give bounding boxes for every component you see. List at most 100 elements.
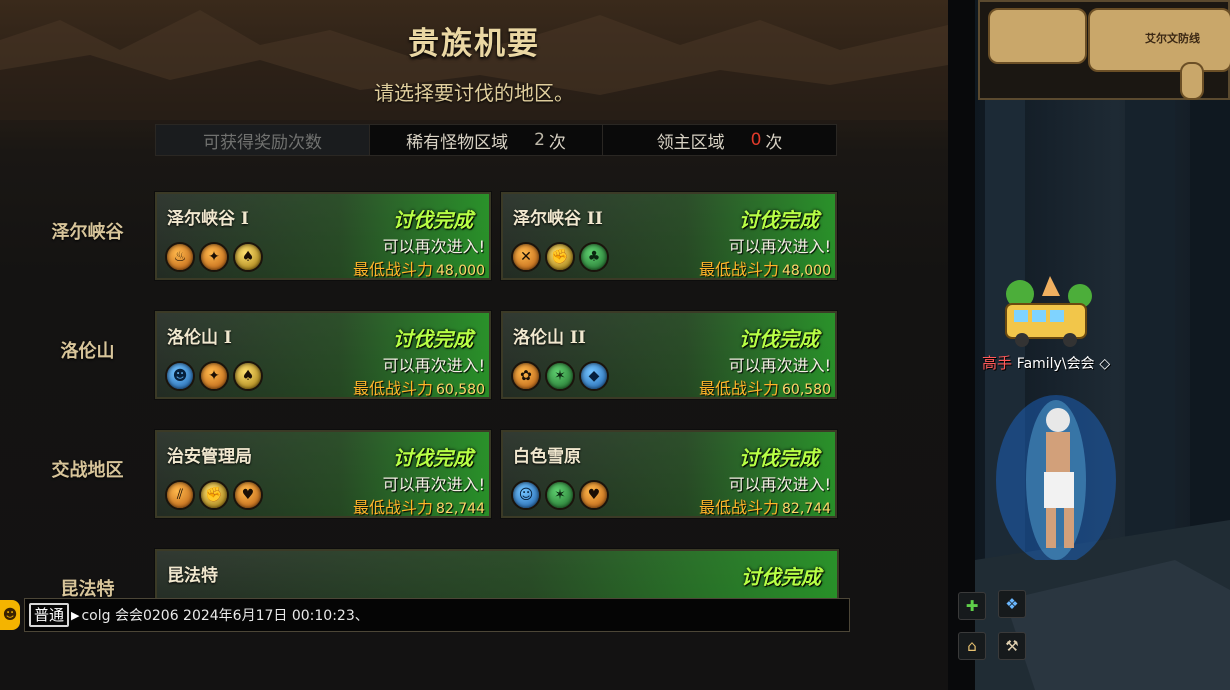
reward-count-label: 可获得奖励次数 (156, 125, 370, 155)
clear-status: 讨伐完成 (741, 565, 821, 589)
minimap[interactable]: 艾尔文防线 (978, 0, 1230, 100)
lord-zone: 领主区域 0 次 (603, 125, 836, 155)
inventory-icon[interactable]: ⚒ (998, 632, 1026, 660)
min-power-value: 48,000 (436, 263, 485, 279)
dungeon-name: 白色雪原 (513, 447, 581, 467)
min-power-label: 最低战斗力 (352, 260, 433, 279)
reenter-note: 可以再次进入! (728, 356, 831, 375)
rare-monster-zone: 稀有怪物区域 2 次 (370, 125, 603, 155)
player-character[interactable] (986, 380, 1126, 560)
dungeon-name: 泽尔峡谷 II (513, 209, 603, 229)
spade-icon: ♠ (233, 242, 263, 272)
meat-icon: ✦ (199, 361, 229, 391)
clear-status: 讨伐完成 (739, 327, 819, 351)
rare-zone-count: 2 (534, 130, 545, 150)
quest-icon[interactable]: ✚ (958, 592, 986, 620)
reward-count-bar: 可获得奖励次数 稀有怪物区域 2 次 领主区域 0 次 (155, 124, 837, 156)
reenter-note: 可以再次进入! (728, 475, 831, 494)
player-nameplate: 高手 Family\会会 ◇ (982, 352, 1110, 373)
min-power-label: 最低战斗力 (698, 498, 779, 517)
region-label-zer-canyon: 泽尔峡谷 (51, 222, 124, 243)
guild-tag: 高手 (982, 354, 1013, 372)
rare-zone-unit: 次 (548, 132, 566, 153)
min-power: 最低战斗力 60,580 (698, 375, 831, 398)
min-power-value: 82,744 (782, 501, 831, 517)
chat-channel-badge[interactable]: 普通 (29, 603, 70, 627)
heart-icon: ♥ (233, 480, 263, 510)
chat-arrow-icon: ▶ (71, 608, 80, 622)
club-icon: ♣ (579, 242, 609, 272)
reenter-note: 可以再次进入! (382, 475, 485, 494)
dungeon-card-zer-canyon-1[interactable]: 泽尔峡谷 I 讨伐完成 可以再次进入! 最低战斗力 48,000 ♨ ✦ ♠ (155, 192, 491, 280)
chat-message: colg 会会0206 2024年6月17日 00:10:23、 (81, 608, 369, 624)
heart-icon: ♥ (579, 480, 609, 510)
region-label-loren-mountain: 洛伦山 (60, 341, 115, 362)
clear-status: 讨伐完成 (739, 208, 819, 232)
clear-status: 讨伐完成 (739, 446, 819, 470)
crossed-swords-icon: ✕ (511, 242, 541, 272)
torch-icon: ♨ (165, 242, 195, 272)
dungeon-card-security-bureau[interactable]: 治安管理局 讨伐完成 可以再次进入! 最低战斗力 82,744 ⫽ ✊ ♥ (155, 430, 491, 518)
lord-zone-unit: 次 (765, 132, 783, 153)
clear-status: 讨伐完成 (393, 208, 473, 232)
min-power-label: 最低战斗力 (352, 379, 433, 398)
clear-status: 讨伐完成 (393, 446, 473, 470)
card-icons: ☺ ✶ ♥ (511, 480, 609, 510)
face-icon: ☺ (511, 480, 541, 510)
player-name: Family\会会 (1016, 356, 1095, 372)
page-title: 贵族机要 (408, 26, 540, 62)
reenter-note: 可以再次进入! (728, 237, 831, 256)
min-power: 最低战斗力 48,000 (698, 256, 831, 279)
min-power-label: 最低战斗力 (352, 498, 433, 517)
dungeon-name: 洛伦山 I (167, 328, 232, 348)
lord-zone-label: 领主区域 (656, 132, 725, 153)
mask-icon: ☻ (165, 361, 195, 391)
region-label-battle-zone: 交战地区 (51, 460, 124, 481)
lord-zone-count: 0 (750, 130, 762, 150)
clear-status: 讨伐完成 (393, 327, 473, 351)
page-subtitle: 请选择要讨伐的地区。 (374, 81, 574, 105)
min-power-value: 60,580 (782, 382, 831, 398)
card-icons: ⫽ ✊ ♥ (165, 480, 263, 510)
min-power-value: 48,000 (782, 263, 831, 279)
noble-affairs-panel: 贵族机要 请选择要讨伐的地区。 可获得奖励次数 稀有怪物区域 2 次 领主区域 … (0, 0, 948, 690)
min-power: 最低战斗力 48,000 (352, 256, 485, 279)
star-icon: ✶ (545, 361, 575, 391)
dungeon-card-zer-canyon-2[interactable]: 泽尔峡谷 II 讨伐完成 可以再次进入! 最低战斗力 48,000 ✕ ✊ ♣ (501, 192, 837, 280)
min-power-label: 最低战斗力 (698, 379, 779, 398)
home-icon[interactable]: ⌂ (958, 632, 986, 660)
reenter-note: 可以再次进入! (382, 356, 485, 375)
diamond-icon: ◆ (579, 361, 609, 391)
min-power: 最低战斗力 82,744 (698, 494, 831, 517)
fist-icon: ✊ (199, 480, 229, 510)
dungeon-name: 昆法特 (167, 566, 218, 586)
dungeon-card-loren-2[interactable]: 洛伦山 II 讨伐完成 可以再次进入! 最低战斗力 60,580 ✿ ✶ ◆ (501, 311, 837, 399)
meat-icon: ✦ (199, 242, 229, 272)
panel-divider (948, 0, 975, 690)
dungeon-card-loren-1[interactable]: 洛伦山 I 讨伐完成 可以再次进入! 最低战斗力 60,580 ☻ ✦ ♠ (155, 311, 491, 399)
min-power: 最低战斗力 60,580 (352, 375, 485, 398)
min-power: 最低战斗力 82,744 (352, 494, 485, 517)
minimap-room (1180, 62, 1204, 100)
dungeon-name: 治安管理局 (167, 447, 252, 467)
card-icons: ☻ ✦ ♠ (165, 361, 263, 391)
minimap-location-label: 艾尔文防线 (1145, 32, 1200, 45)
dungeon-name: 洛伦山 II (513, 328, 586, 348)
emoticon-button[interactable]: ☻ (0, 600, 20, 630)
dungeon-card-white-snowfield[interactable]: 白色雪原 讨伐完成 可以再次进入! 最低战斗力 82,744 ☺ ✶ ♥ (501, 430, 837, 518)
card-icons: ✕ ✊ ♣ (511, 242, 609, 272)
spade-icon: ♠ (233, 361, 263, 391)
card-icons: ✿ ✶ ◆ (511, 361, 609, 391)
rare-zone-label: 稀有怪物区域 (406, 132, 509, 153)
chat-bar[interactable]: 普通 ▶ colg 会会0206 2024年6月17日 00:10:23、 (24, 598, 850, 632)
leaf-icon: ✿ (511, 361, 541, 391)
card-icons: ♨ ✦ ♠ (165, 242, 263, 272)
fist-icon: ✊ (545, 242, 575, 272)
pet-bus (1005, 276, 1092, 347)
dungeon-name: 泽尔峡谷 I (167, 209, 249, 229)
reenter-note: 可以再次进入! (382, 237, 485, 256)
gem-icon: ◇ (1099, 356, 1111, 372)
skill-icon[interactable]: ❖ (998, 590, 1026, 618)
min-power-label: 最低战斗力 (698, 260, 779, 279)
minimap-room (988, 8, 1087, 64)
